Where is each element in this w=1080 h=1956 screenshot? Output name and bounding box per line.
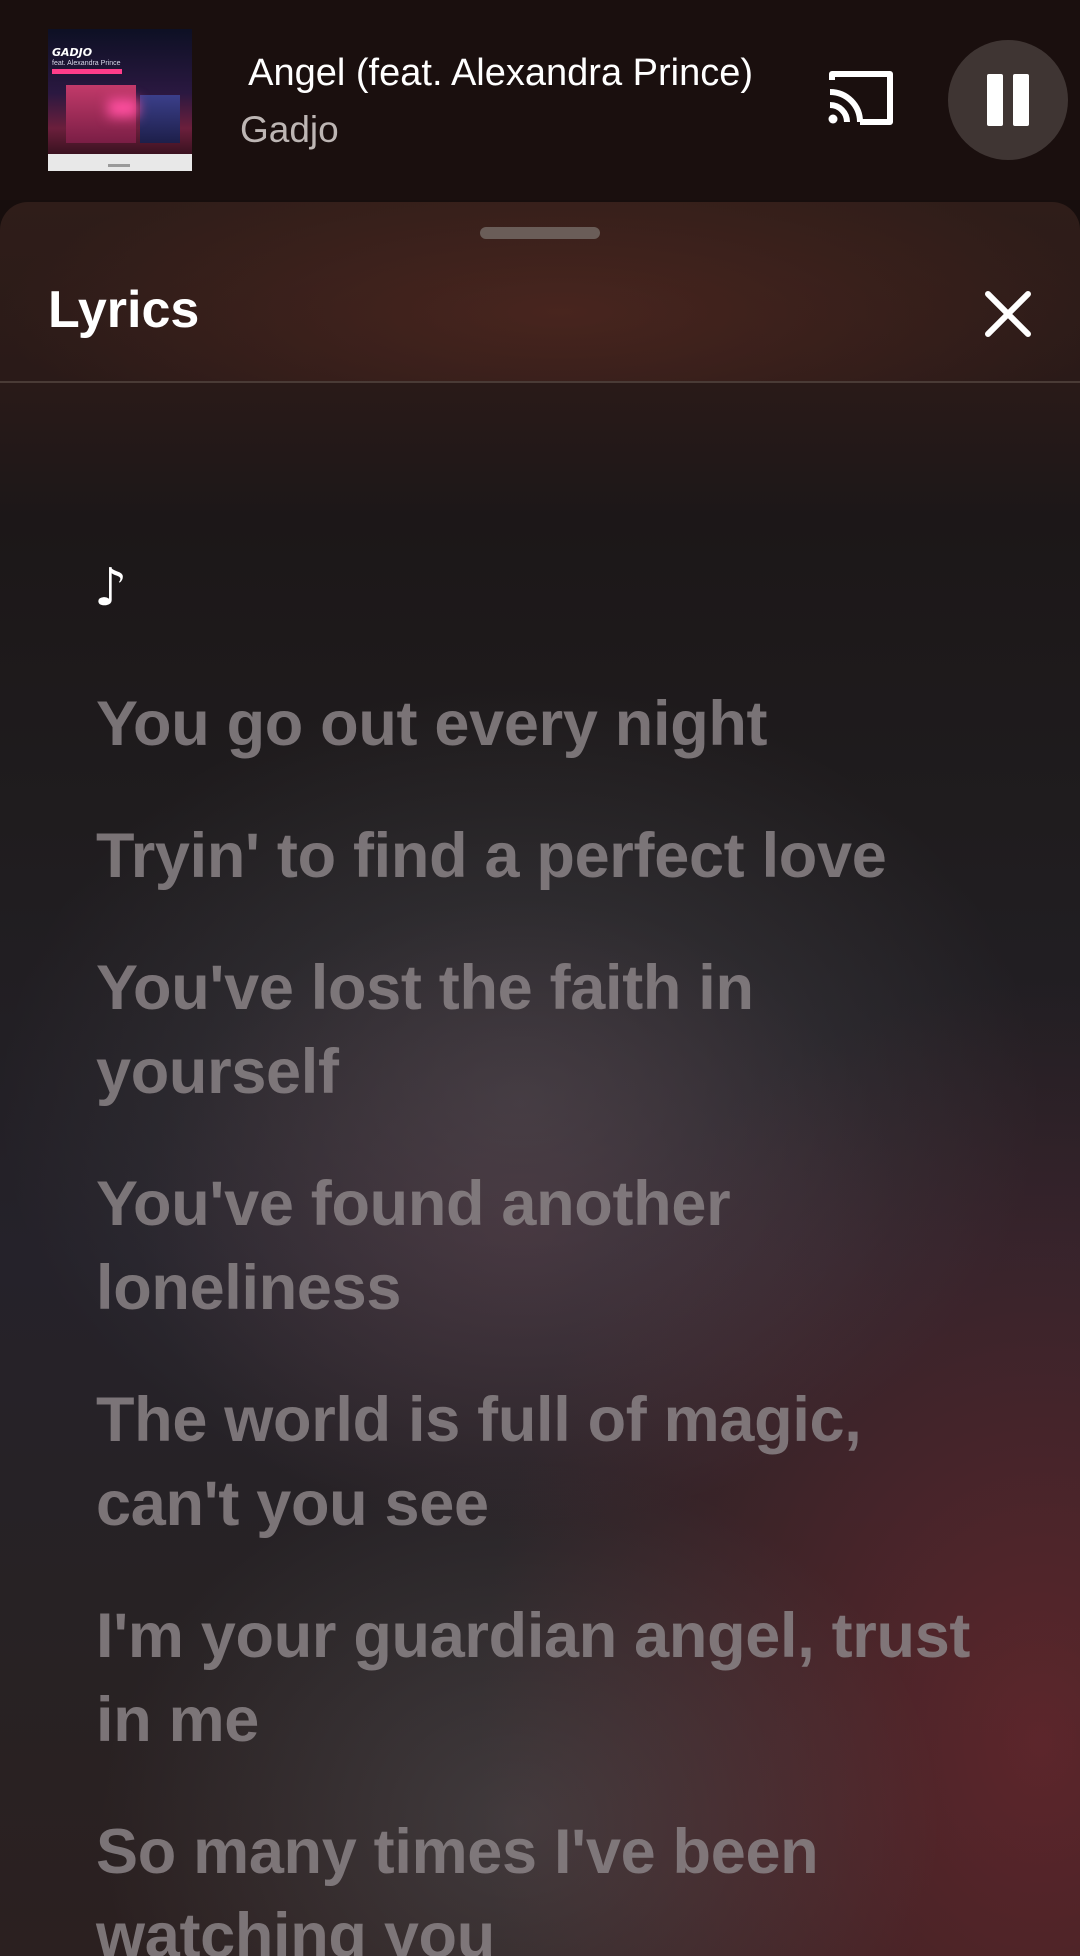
header-divider (0, 381, 1080, 383)
track-title-marquee[interactable]: Guardian Angel (feat. Alexandra Prince) (240, 48, 770, 98)
album-art[interactable]: GADJO feat. Alexandra Prince (48, 29, 192, 171)
track-artist[interactable]: Gadjo (240, 106, 339, 154)
album-art-neon-glow (108, 99, 138, 117)
close-button[interactable] (976, 282, 1040, 346)
app-screen: GADJO feat. Alexandra Prince Guardian An… (0, 0, 1080, 1956)
track-title: Guardian Angel (feat. Alexandra Prince) (240, 52, 753, 94)
music-note-icon: ♪ (94, 558, 128, 618)
cast-button[interactable] (826, 68, 896, 128)
lyric-line[interactable]: You go out every night (96, 682, 996, 766)
cast-icon (828, 71, 893, 125)
album-art-building-secondary (140, 95, 180, 143)
album-art-label (108, 164, 130, 167)
lyrics-sheet[interactable]: Lyrics ♪ You go out every night Tryin' t… (0, 202, 1080, 1956)
lyrics-list[interactable]: You go out every night Tryin' to find a … (96, 682, 996, 1956)
album-art-subtitle: feat. Alexandra Prince (52, 60, 121, 67)
lyric-line[interactable]: The world is full of magic, can't you se… (96, 1378, 996, 1546)
drag-handle[interactable] (480, 227, 600, 239)
lyric-line[interactable]: You've lost the faith in yourself (96, 946, 996, 1114)
pause-button[interactable] (948, 40, 1068, 160)
lyric-line[interactable]: So many times I've been watching you (96, 1810, 996, 1956)
album-art-title: GADJO (52, 46, 93, 59)
lyric-line[interactable]: You've found another loneliness (96, 1162, 996, 1330)
sheet-title: Lyrics (48, 281, 200, 339)
lyric-line[interactable]: I'm your guardian angel, trust in me (96, 1594, 996, 1762)
close-icon (985, 291, 1031, 337)
lyric-line[interactable]: Tryin' to find a perfect love (96, 814, 996, 898)
mini-player[interactable]: GADJO feat. Alexandra Prince Guardian An… (0, 0, 1080, 200)
album-art-stripe (52, 69, 122, 74)
